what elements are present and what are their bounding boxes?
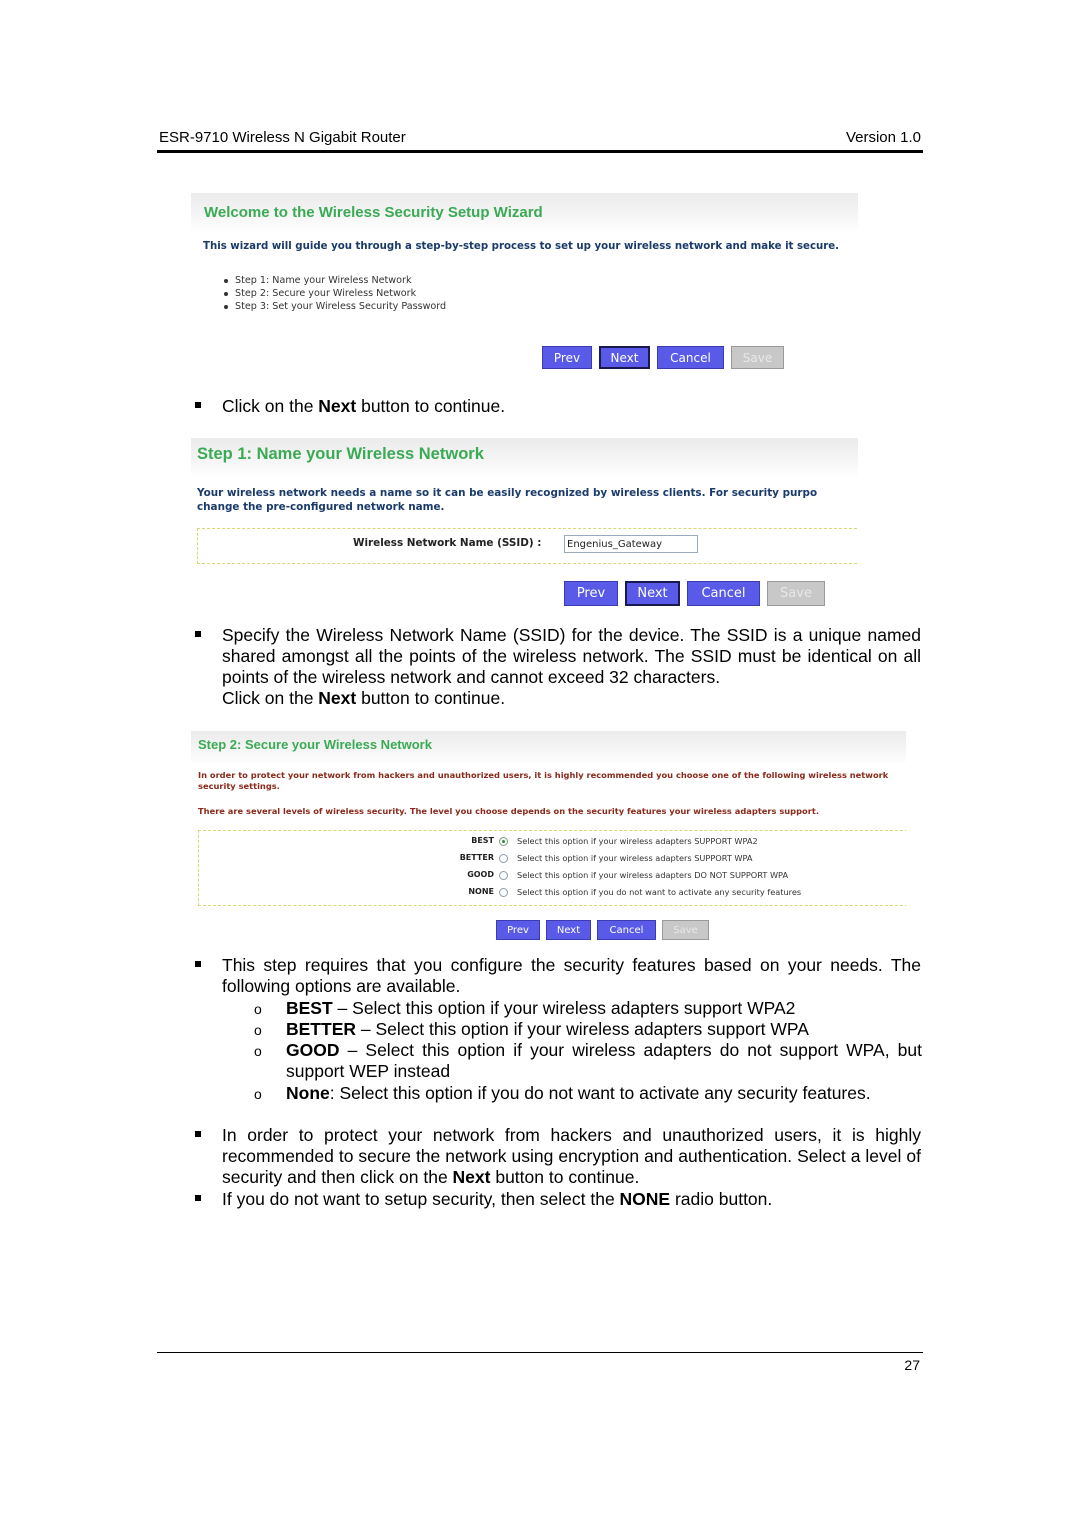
- document-version: Version 1.0: [845, 129, 921, 146]
- bullet-icon: [195, 1131, 201, 1137]
- welcome-wizard-panel: Welcome to the Wireless Security Setup W…: [191, 193, 858, 373]
- security-option-text: Select this option if your wireless adap…: [517, 870, 789, 880]
- wizard-step-item: Step 2: Secure your Wireless Network: [221, 287, 446, 300]
- prev-button[interactable]: Prev: [564, 581, 618, 606]
- security-option-none[interactable]: NONE Select this option if you do not wa…: [199, 887, 899, 901]
- page-header: ESR-9710 Wireless N Gigabit Router Versi…: [157, 128, 923, 153]
- wizard-step-item: Step 3: Set your Wireless Security Passw…: [221, 300, 446, 313]
- ssid-label: Wireless Network Name (SSID) :: [353, 537, 542, 549]
- welcome-wizard-description: This wizard will guide you through a ste…: [203, 241, 840, 252]
- instruction-ssid: Specify the Wireless Network Name (SSID)…: [222, 625, 921, 687]
- step2-button-row: Prev Next Cancel Save: [496, 920, 709, 940]
- cancel-button[interactable]: Cancel: [657, 346, 724, 369]
- bullet-icon: [195, 1195, 201, 1201]
- security-option-text: Select this option if you do not want to…: [517, 887, 802, 897]
- cancel-button[interactable]: Cancel: [597, 920, 656, 940]
- security-option-label: GOOD: [467, 870, 494, 879]
- next-button[interactable]: Next: [625, 581, 680, 606]
- security-option-good[interactable]: GOOD Select this option if your wireless…: [199, 870, 899, 884]
- circle-bullet-icon: o: [254, 1086, 262, 1102]
- instruction-recommend-security: In order to protect your network from ha…: [222, 1125, 921, 1187]
- prev-button[interactable]: Prev: [496, 920, 540, 940]
- product-name: ESR-9710 Wireless N Gigabit Router: [159, 129, 406, 146]
- cancel-button[interactable]: Cancel: [687, 581, 760, 606]
- circle-bullet-icon: o: [254, 1001, 262, 1017]
- next-button[interactable]: Next: [546, 920, 591, 940]
- instruction-next-2: Click on the Next button to continue.: [222, 688, 506, 708]
- bullet-icon: [195, 961, 201, 967]
- step2-title: Step 2: Secure your Wireless Network: [198, 737, 432, 752]
- step1-description: Your wireless network needs a name so it…: [197, 487, 818, 513]
- next-button[interactable]: Next: [599, 346, 650, 369]
- security-option-label: NONE: [468, 887, 494, 896]
- option-none-description: None: Select this option if you do not w…: [286, 1083, 871, 1103]
- instruction-next-1: Click on the Next button to continue.: [222, 396, 506, 416]
- radio-unselected-icon[interactable]: [499, 854, 508, 863]
- security-option-label: BEST: [471, 836, 494, 845]
- ssid-form-box: Wireless Network Name (SSID) :: [197, 528, 858, 564]
- ssid-input[interactable]: [564, 535, 698, 553]
- instruction-none-option: If you do not want to setup security, th…: [222, 1189, 773, 1209]
- radio-unselected-icon[interactable]: [499, 871, 508, 880]
- welcome-button-row: Prev Next Cancel Save: [542, 346, 784, 369]
- welcome-wizard-title: Welcome to the Wireless Security Setup W…: [204, 204, 543, 221]
- bullet-icon: [195, 631, 201, 637]
- bullet-icon: [195, 402, 201, 408]
- instruction-security-intro: This step requires that you configure th…: [222, 955, 921, 996]
- footer-divider: [157, 1352, 923, 1353]
- step2-panel: Step 2: Secure your Wireless Network In …: [191, 731, 906, 946]
- save-button[interactable]: Save: [767, 581, 825, 606]
- step2-description-2: There are several levels of wireless sec…: [198, 806, 819, 816]
- wizard-steps-list: Step 1: Name your Wireless Network Step …: [221, 274, 446, 313]
- step1-title: Step 1: Name your Wireless Network: [197, 445, 484, 463]
- security-level-box: BEST Select this option if your wireless…: [198, 830, 906, 906]
- radio-unselected-icon[interactable]: [499, 888, 508, 897]
- step2-description-1: In order to protect your network from ha…: [198, 770, 889, 791]
- security-option-better[interactable]: BETTER Select this option if your wirele…: [199, 853, 899, 867]
- radio-selected-icon[interactable]: [499, 837, 508, 846]
- option-better-description: BETTER – Select this option if your wire…: [286, 1019, 809, 1039]
- security-option-text: Select this option if your wireless adap…: [517, 836, 758, 846]
- wizard-step-item: Step 1: Name your Wireless Network: [221, 274, 446, 287]
- option-best-description: BEST – Select this option if your wirele…: [286, 998, 796, 1018]
- save-button[interactable]: Save: [731, 346, 784, 369]
- step1-button-row: Prev Next Cancel Save: [564, 581, 825, 606]
- circle-bullet-icon: o: [254, 1043, 262, 1059]
- option-good-description: GOOD – Select this option if your wirele…: [286, 1040, 922, 1081]
- page-number: 27: [904, 1357, 920, 1373]
- circle-bullet-icon: o: [254, 1022, 262, 1038]
- security-option-best[interactable]: BEST Select this option if your wireless…: [199, 836, 899, 850]
- security-option-label: BETTER: [459, 853, 494, 862]
- prev-button[interactable]: Prev: [542, 346, 592, 369]
- step1-panel: Step 1: Name your Wireless Network Your …: [191, 438, 858, 610]
- save-button[interactable]: Save: [662, 920, 709, 940]
- security-option-text: Select this option if your wireless adap…: [517, 853, 753, 863]
